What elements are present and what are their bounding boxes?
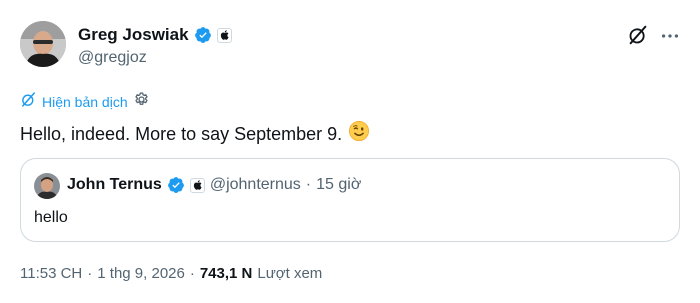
apple-logo-icon[interactable] <box>216 27 232 43</box>
verified-badge-icon[interactable] <box>167 176 185 194</box>
quoted-author-row: John Ternus @johnternus · 15 giờ <box>67 176 361 194</box>
author-name-row: Greg Joswiak <box>78 24 232 46</box>
apple-logo-icon[interactable] <box>189 177 205 193</box>
author-handle[interactable]: @gregjoz <box>78 49 147 67</box>
quoted-handle[interactable]: @johnternus <box>210 176 301 194</box>
post-date-link[interactable]: 1 thg 9, 2026 <box>97 265 185 282</box>
translate-row: Hiện bản dịch <box>20 92 150 112</box>
translate-icon[interactable] <box>20 91 37 113</box>
post-meta: 11:53 CH · 1 thg 9, 2026 · 743,1 N Lượt … <box>20 265 322 282</box>
author-avatar[interactable] <box>20 21 66 67</box>
post-text-content: Hello, indeed. More to say September 9. <box>20 124 343 144</box>
avatar-photo-icon <box>20 21 66 67</box>
quoted-author-avatar[interactable] <box>34 173 60 199</box>
show-translation-link[interactable]: Hiện bản dịch <box>42 94 128 110</box>
avatar-photo-icon <box>34 173 60 199</box>
verified-badge-icon[interactable] <box>194 26 212 44</box>
post: Greg Joswiak @gregjoz Hiện bản dịch Hell… <box>0 0 700 303</box>
separator-dot: · <box>189 265 195 282</box>
separator-dot: · <box>305 176 312 193</box>
quoted-timestamp[interactable]: 15 giờ <box>316 176 361 194</box>
author-display-name[interactable]: Greg Joswiak <box>78 25 189 45</box>
wink-emoji-icon <box>348 120 370 148</box>
separator-dot: · <box>87 265 93 282</box>
views-label: Lượt xem <box>257 265 323 282</box>
quoted-post-text: hello <box>34 209 68 226</box>
views-count: 743,1 N <box>199 265 253 282</box>
post-text: Hello, indeed. More to say September 9. … <box>20 120 370 148</box>
post-time-link[interactable]: 11:53 CH <box>20 265 82 282</box>
quoted-post[interactable]: John Ternus @johnternus · 15 giờ hello <box>20 158 680 242</box>
more-dots-icon[interactable] <box>659 25 681 47</box>
quoted-display-name[interactable]: John Ternus <box>67 176 162 194</box>
gear-icon[interactable] <box>133 91 150 113</box>
grok-icon[interactable] <box>627 24 649 46</box>
